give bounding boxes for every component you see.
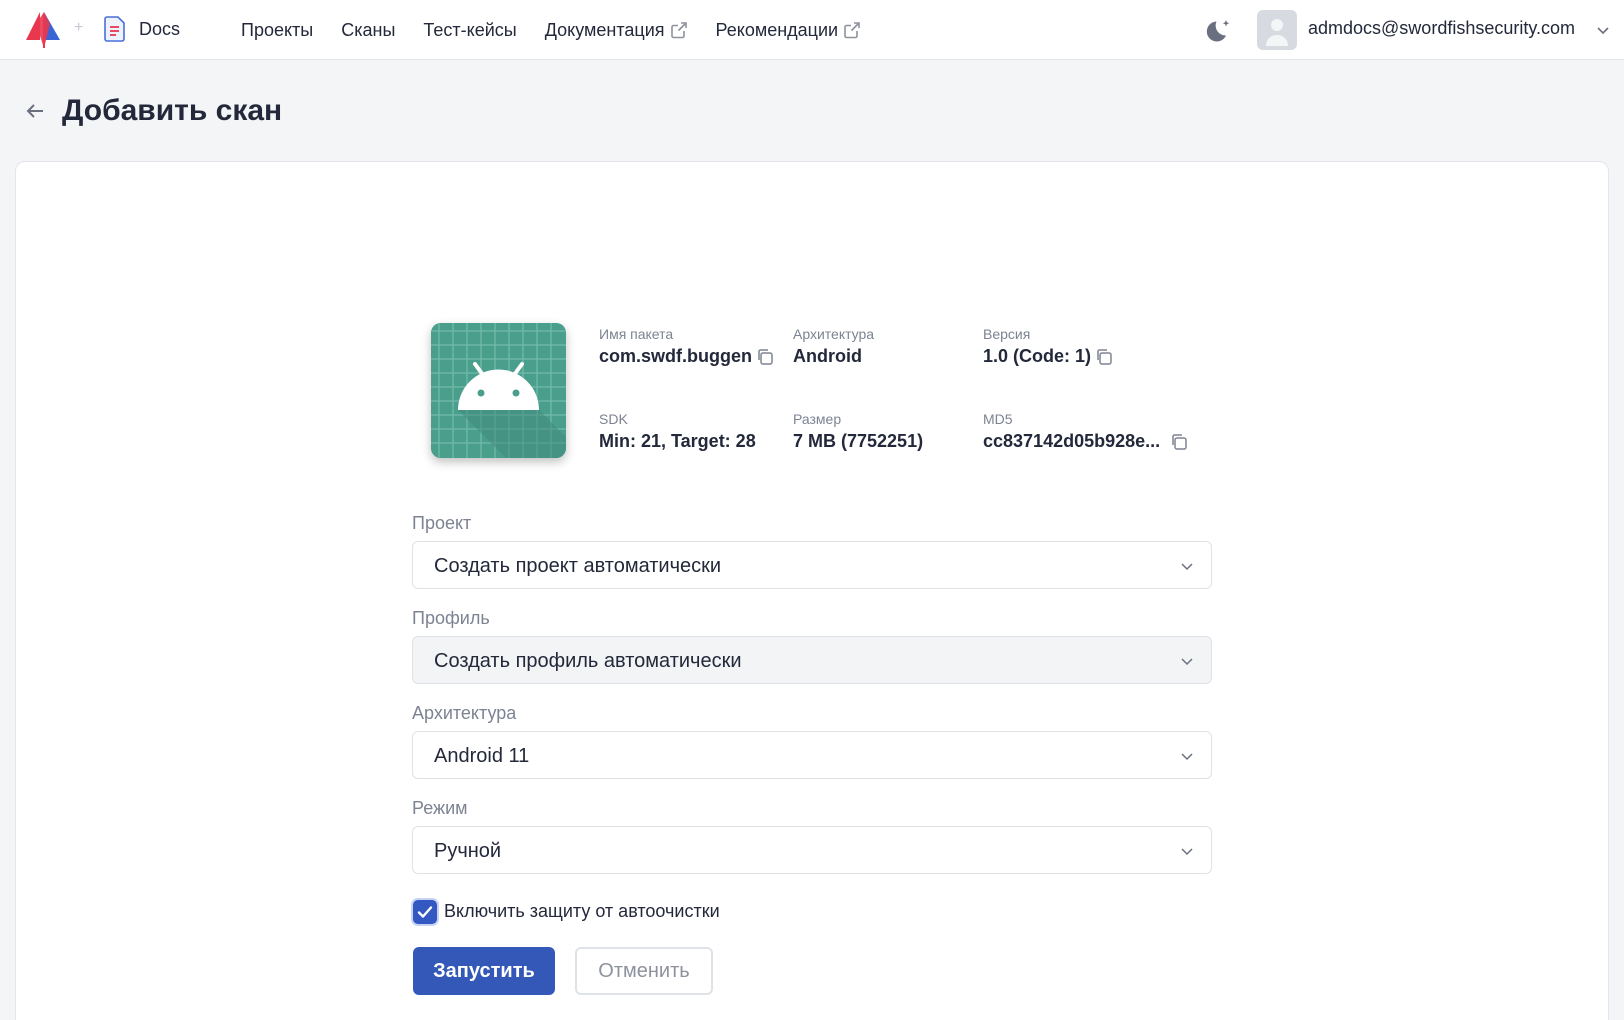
package-value-text: com.swdf.buggen — [599, 346, 752, 366]
architecture-select[interactable]: Android 11 — [412, 731, 1212, 779]
start-button[interactable]: Запустить — [413, 947, 555, 995]
copy-icon[interactable] — [1095, 348, 1113, 366]
size-value-text: 7 MB (7752251) — [793, 431, 924, 451]
app-logo-icon[interactable] — [22, 10, 66, 50]
copy-icon[interactable] — [756, 348, 774, 366]
nav-item-documentation[interactable]: Документация — [545, 20, 688, 41]
architecture-value-text: Android — [793, 346, 862, 366]
size-value: 7 MB (7752251) — [793, 431, 923, 452]
profile-select[interactable]: Создать профиль автоматически — [412, 636, 1212, 684]
size-label: Размер — [793, 411, 842, 427]
page-title: Добавить скан — [62, 94, 283, 127]
version-info: Версия 1.0 (Code: 1) — [983, 326, 1113, 367]
architecture-value: Android — [793, 346, 874, 367]
avatar[interactable] — [1257, 10, 1297, 50]
md5-value: cc837142d05b928e... — [983, 431, 1188, 452]
md5-label: MD5 — [983, 411, 1013, 427]
project-select[interactable]: Создать проект автоматически — [412, 541, 1212, 589]
package-label: Имя пакета — [599, 326, 674, 342]
main-nav: Проекты Сканы Тест-кейсы Документация Ре… — [241, 0, 861, 60]
nav-item-label: Рекомендации — [715, 19, 839, 40]
user-email[interactable]: admdocs@swordfishsecurity.com — [1308, 18, 1575, 39]
nav-item-scans[interactable]: Сканы — [341, 20, 395, 41]
chevron-down-icon[interactable] — [1595, 22, 1611, 38]
mode-select-value: Ручной — [434, 840, 502, 862]
architecture-field-label: Архитектура — [412, 703, 517, 723]
profile-label: Профиль — [412, 608, 490, 628]
external-link-icon — [843, 21, 861, 39]
sdk-value: Min: 21, Target: 28 — [599, 431, 756, 452]
package-value: com.swdf.buggen — [599, 346, 774, 367]
version-label: Версия — [983, 326, 1031, 342]
copy-icon[interactable] — [1170, 433, 1188, 451]
nav-item-projects[interactable]: Проекты — [241, 20, 313, 41]
project-label: Проект — [412, 513, 472, 533]
nav-item-label: Сканы — [341, 19, 396, 40]
moon-icon[interactable] — [1206, 16, 1234, 44]
top-navigation-bar: + Docs Проекты Сканы Тест-кейсы Документ… — [0, 0, 1624, 60]
chevron-down-icon — [1179, 748, 1195, 764]
sdk-info: SDK Min: 21, Target: 28 — [599, 411, 756, 452]
sdk-label: SDK — [599, 411, 628, 427]
cancel-button[interactable]: Отменить — [575, 947, 713, 995]
nav-item-test-cases[interactable]: Тест-кейсы — [423, 20, 516, 41]
version-value: 1.0 (Code: 1) — [983, 346, 1113, 367]
chevron-down-icon — [1179, 558, 1195, 574]
architecture-select-value: Android 11 — [434, 745, 530, 767]
md5-info: MD5 cc837142d05b928e... — [983, 411, 1188, 452]
back-arrow-icon[interactable] — [24, 100, 46, 122]
android-app-icon — [431, 323, 566, 458]
nav-item-label: Проекты — [241, 19, 314, 40]
architecture-info: Архитектура Android — [793, 326, 874, 367]
chevron-down-icon — [1179, 653, 1195, 669]
project-select-value: Создать проект автоматически — [434, 555, 722, 577]
docs-link[interactable]: Docs — [139, 19, 180, 40]
mode-select[interactable]: Ручной — [412, 826, 1212, 874]
autoclean-protection-label[interactable]: Включить защиту от автоочистки — [444, 901, 720, 922]
nav-item-label: Документация — [544, 19, 665, 40]
separator-plus: + — [74, 19, 84, 36]
size-info: Размер 7 MB (7752251) — [793, 411, 923, 452]
nav-item-label: Тест-кейсы — [423, 19, 517, 40]
nav-item-recommendations[interactable]: Рекомендации — [716, 20, 862, 41]
chevron-down-icon — [1179, 843, 1195, 859]
main-card — [15, 161, 1609, 1020]
profile-select-value: Создать профиль автоматически — [434, 650, 742, 672]
md5-value-text: cc837142d05b928e... — [983, 431, 1161, 451]
version-value-text: 1.0 (Code: 1) — [983, 346, 1092, 366]
mode-label: Режим — [412, 798, 468, 818]
architecture-label: Архитектура — [793, 326, 875, 342]
document-icon[interactable] — [104, 16, 126, 42]
sdk-value-text: Min: 21, Target: 28 — [599, 431, 756, 451]
autoclean-protection-checkbox[interactable] — [413, 900, 437, 924]
package-info: Имя пакета com.swdf.buggen — [599, 326, 774, 367]
external-link-icon — [670, 21, 688, 39]
